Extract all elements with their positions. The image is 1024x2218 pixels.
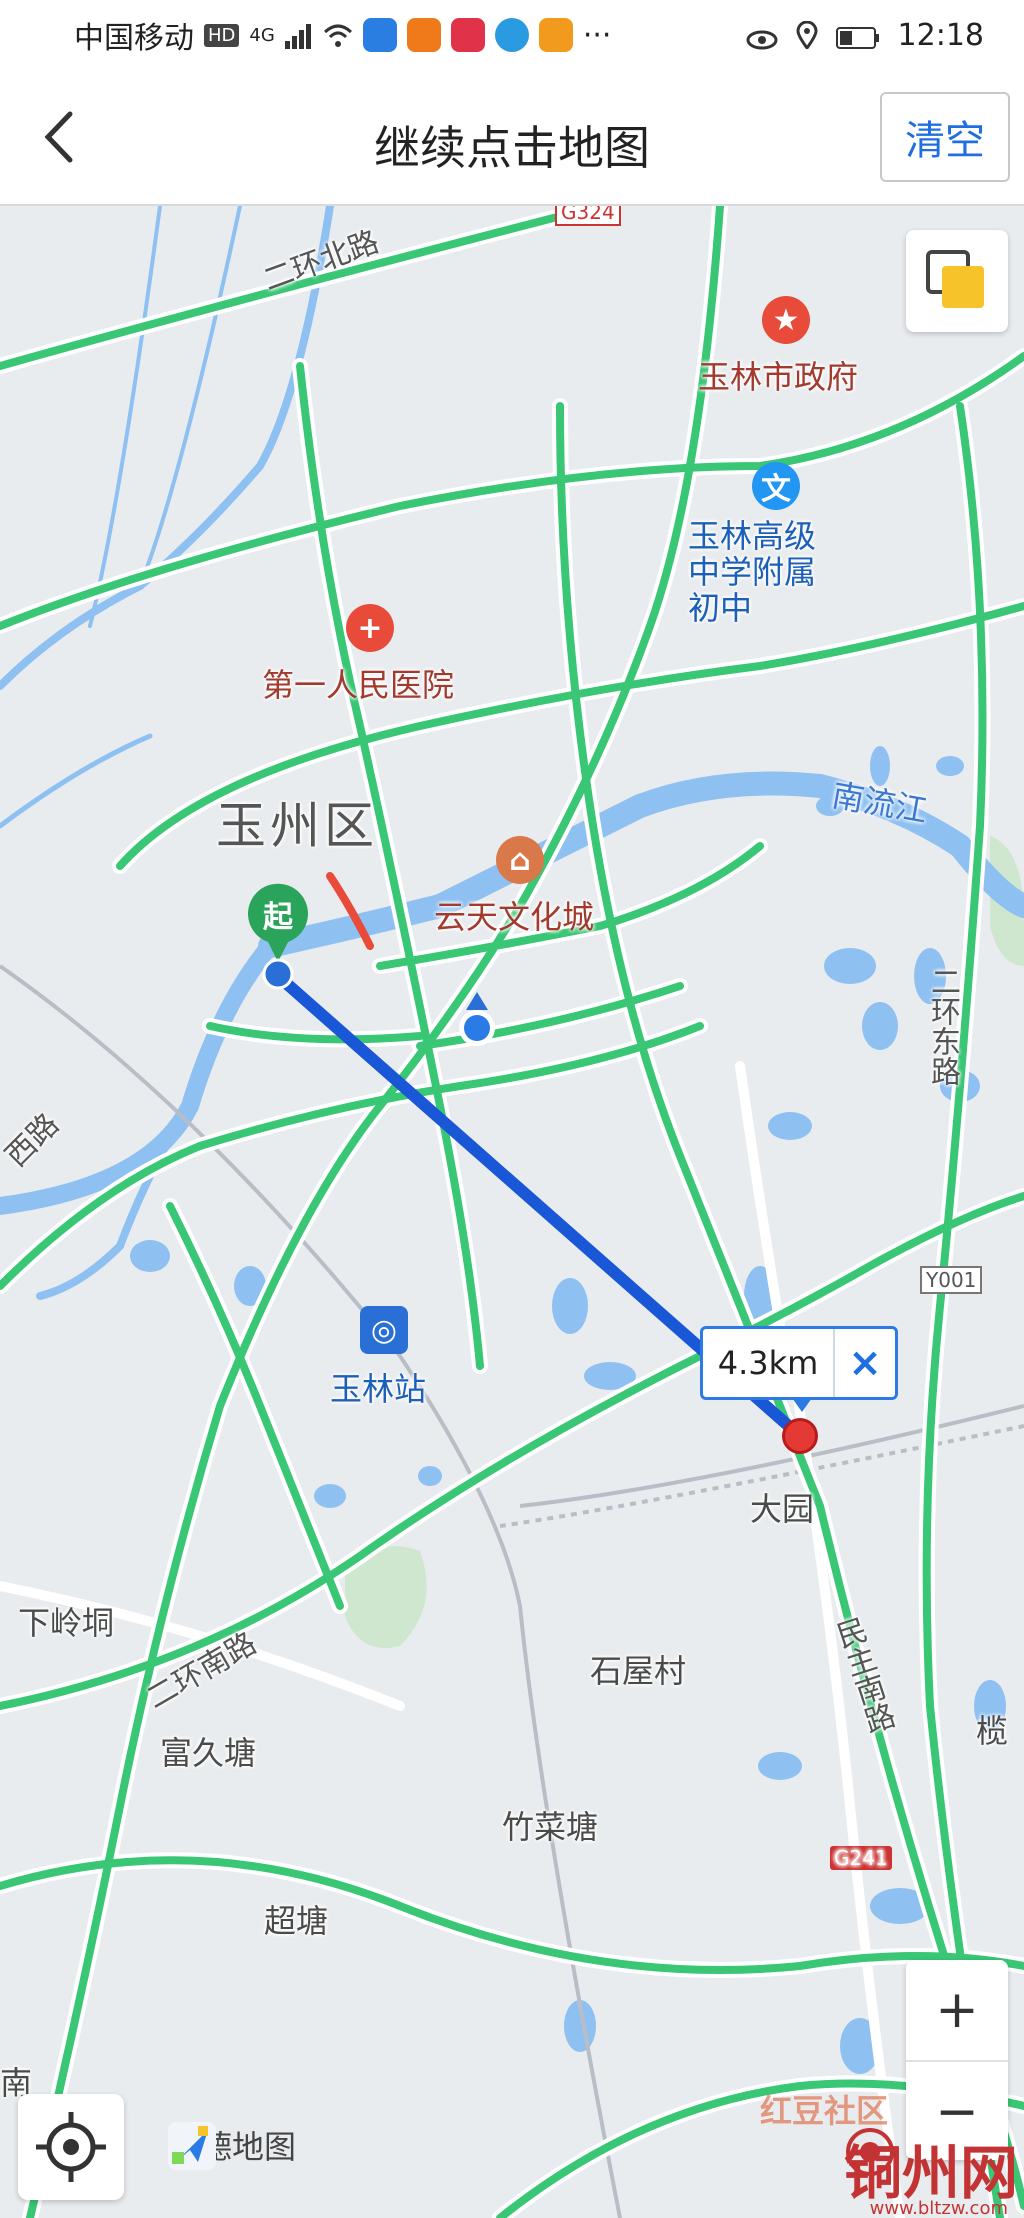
current-location-marker [448, 992, 506, 1050]
road-label-er-huan-dong-lu: 二环东路 [925, 966, 960, 1086]
place-label-lan: 榄 [976, 1712, 1009, 1750]
app-notify-icon-4 [494, 18, 529, 52]
page-title: 继续点击地图 [374, 121, 650, 175]
distance-value: 4.3km [717, 1344, 819, 1382]
government-poi-icon[interactable]: ★ [762, 296, 810, 344]
app-notify-icon-1 [362, 18, 397, 52]
district-label: 玉州区 [216, 797, 378, 855]
app-notify-icon-5 [538, 18, 573, 52]
watermark-seal-icon [845, 2128, 894, 2176]
layers-icon [926, 250, 984, 308]
distance-tooltip-pointer [792, 1398, 812, 1412]
clock: 12:18 [897, 17, 984, 53]
back-button[interactable] [28, 102, 98, 172]
place-label-chaotang: 超塘 [264, 1902, 329, 1940]
status-left: 中国移动 HD 4G ··· [74, 13, 611, 57]
locate-button[interactable] [18, 2094, 124, 2200]
map-provider-logo: 高德地图 [168, 2122, 296, 2170]
eye-icon [746, 24, 778, 50]
clear-button[interactable]: 清空 [880, 92, 1010, 182]
road-shield-y001: Y001 [920, 1266, 983, 1294]
poi-label-station: 玉林站 [330, 1370, 427, 1408]
chevron-left-icon [44, 111, 73, 163]
place-label-xialingdong: 下岭垌 [18, 1604, 115, 1642]
road-shield-g241: G241 [830, 1846, 892, 1870]
watermark-sub: www.bltzw.com [869, 2198, 1008, 2218]
amap-logo-icon [168, 2122, 216, 2170]
battery-icon [835, 23, 880, 49]
start-pin-label: 起 [263, 900, 293, 935]
end-pin[interactable] [782, 1418, 818, 1454]
map-canvas[interactable]: 二环北路 G324 ★ 玉林市政府 文 玉林高级中学附属初中 + 第一人民医院 … [0, 206, 1024, 2218]
water-lines [0, 206, 1024, 1300]
poi-label-school: 玉林高级中学附属初中 [688, 517, 817, 627]
place-label-zhucaitang: 竹菜塘 [502, 1808, 599, 1846]
crosshair-icon [36, 2112, 106, 2182]
watermark: 铜州网 www.bltzw.com [844, 2126, 1018, 2218]
status-right: 12:18 [746, 18, 984, 53]
status-bar: 中国移动 HD 4G ··· 12:18 [0, 0, 1024, 70]
title-bar: 继续点击地图 清空 [0, 70, 1024, 206]
location-icon [796, 20, 818, 51]
layers-button[interactable] [906, 230, 1008, 332]
network-label: 4G [249, 24, 275, 46]
signal-icon [284, 22, 313, 49]
place-label-shiwucun: 石屋村 [590, 1652, 687, 1690]
place-label-fujiutang: 富久塘 [160, 1734, 257, 1772]
train-station-icon[interactable]: ◎ [360, 1306, 408, 1354]
minor-roads [0, 1061, 905, 2218]
hd-badge: HD [204, 23, 240, 47]
place-label-dayuan: 大园 [750, 1490, 815, 1528]
culture-poi-icon[interactable]: ⌂ [496, 836, 544, 884]
start-pin[interactable]: 起 [244, 882, 312, 992]
distance-tooltip: 4.3km × [700, 1326, 898, 1400]
app-notify-icon-2 [406, 18, 441, 52]
poi-label-yuntian: 云天文化城 [434, 898, 595, 936]
wifi-icon [323, 22, 353, 48]
map-graphics [0, 206, 1024, 2218]
poi-label-hospital: 第一人民医院 [262, 666, 455, 704]
more-notifications-icon: ··· [582, 17, 612, 53]
app-notify-icon-3 [450, 18, 485, 52]
hospital-poi-icon[interactable]: + [346, 604, 394, 652]
road-shield-g324: G324 [555, 206, 621, 226]
carrier-label: 中国移动 [74, 21, 194, 56]
zoom-in-button[interactable]: + [906, 1960, 1008, 2062]
close-icon[interactable]: × [833, 1329, 895, 1397]
arterial-roads [0, 206, 1024, 2218]
school-poi-icon[interactable]: 文 [752, 462, 800, 510]
poi-label-yulin-gov: 玉林市政府 [698, 358, 859, 396]
